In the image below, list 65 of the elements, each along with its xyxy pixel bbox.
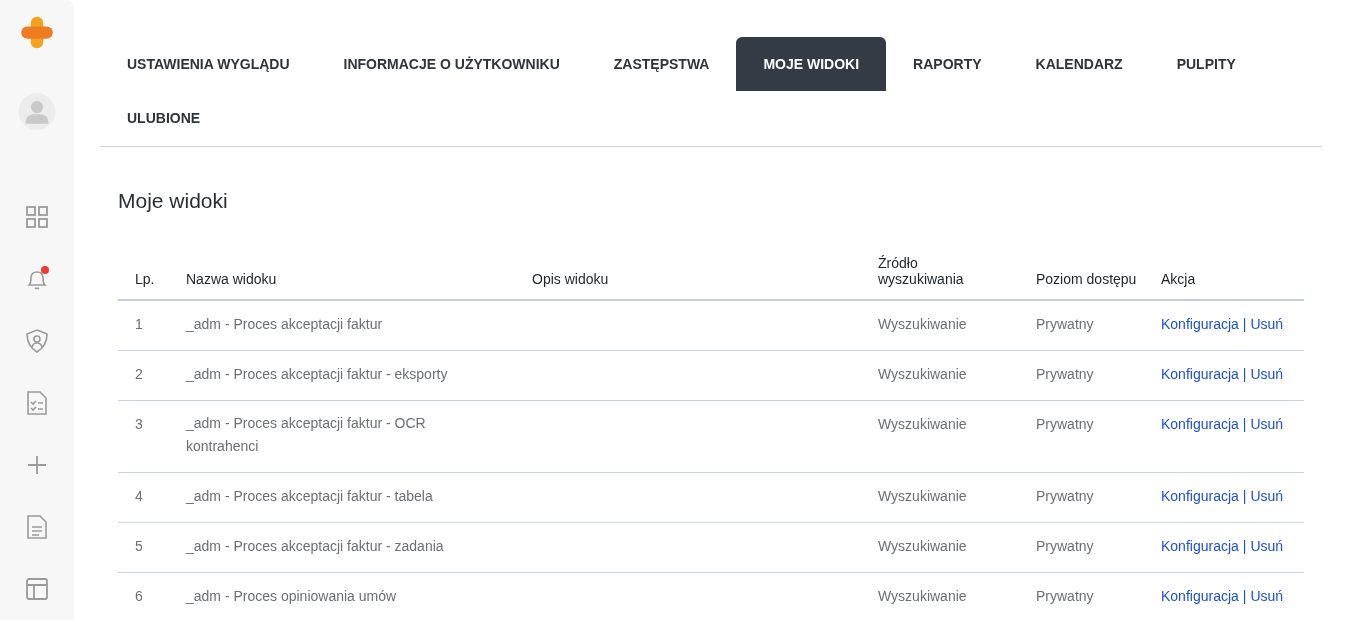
column-header: Akcja	[1161, 271, 1196, 287]
table-cell: Wyszukiwanie	[878, 538, 967, 554]
tab[interactable]: ULUBIONE	[100, 91, 228, 145]
column-header: Lp.	[135, 271, 155, 287]
tab[interactable]: RAPORTY	[886, 37, 1009, 91]
action-link[interactable]: Konfiguracja	[1161, 538, 1239, 554]
plus-icon[interactable]	[27, 455, 47, 475]
separator: |	[1242, 366, 1247, 382]
table-cell-text: _adm - Proces akceptacji faktur	[186, 315, 383, 334]
action-link[interactable]: Usuń	[1250, 488, 1284, 504]
separator: |	[1242, 538, 1247, 554]
tab[interactable]: MOJE WIDOKI	[736, 37, 887, 91]
table-cell-text: _adm - Proces akceptacji faktur - eksporty	[186, 365, 448, 384]
checklist-icon[interactable]	[27, 391, 47, 415]
action-link[interactable]: Usuń	[1250, 416, 1284, 432]
action-link[interactable]: Konfiguracja	[1161, 316, 1239, 332]
separator: |	[1242, 488, 1247, 504]
table-cell: 4	[135, 488, 143, 504]
avatar-icon	[16, 93, 58, 130]
table-cell: 3	[135, 416, 143, 432]
table-cell: Wyszukiwanie	[878, 416, 967, 432]
notification-dot	[41, 266, 49, 274]
separator: |	[1242, 316, 1247, 332]
table-cell: Prywatny	[1036, 416, 1094, 432]
table-cell: Prywatny	[1036, 588, 1094, 604]
tab[interactable]: PULPITY	[1149, 37, 1263, 91]
shield-user-icon[interactable]	[26, 329, 48, 353]
tab[interactable]: INFORMACJE O UŻYTKOWNIKU	[316, 37, 587, 91]
separator: |	[1242, 416, 1247, 432]
table-cell: Prywatny	[1036, 538, 1094, 554]
table-cell-text: _adm - Proces akceptacji faktur - OCR kontrahenci	[186, 414, 427, 456]
action-link[interactable]: Usuń	[1250, 588, 1284, 604]
table-cell: Wyszukiwanie	[878, 488, 967, 504]
page-heading: Moje widoki	[118, 189, 229, 213]
tab[interactable]: USTAWIENIA WYGLĄDU	[100, 37, 317, 91]
table-cell: Wyszukiwanie	[878, 588, 967, 604]
tab[interactable]: ZASTĘPSTWA	[586, 37, 737, 91]
document-icon[interactable]	[27, 515, 47, 539]
table-cell: Prywatny	[1036, 488, 1094, 504]
table-cell: Wyszukiwanie	[878, 316, 967, 332]
tab[interactable]: KALENDARZ	[1008, 37, 1150, 91]
table-cell-text: _adm - Proces opiniowania umów	[186, 587, 397, 606]
action-link[interactable]: Konfiguracja	[1161, 416, 1239, 432]
column-header: Źródło wyszukiwania	[878, 255, 965, 287]
table-cell: 5	[135, 538, 143, 554]
table-cell: Wyszukiwanie	[878, 366, 967, 382]
action-link[interactable]: Usuń	[1250, 366, 1284, 382]
column-header: Poziom dostępu	[1036, 271, 1138, 287]
table-cell-text: _adm - Proces akceptacji faktur - tabela	[186, 487, 433, 506]
table-cell: 6	[135, 588, 143, 604]
column-header: Opis widoku	[532, 271, 609, 287]
grid-icon[interactable]	[26, 206, 48, 228]
table-cell: 1	[135, 316, 143, 332]
layout-icon[interactable]	[26, 578, 48, 600]
column-header: Nazwa widoku	[186, 271, 277, 287]
action-link[interactable]: Usuń	[1250, 538, 1284, 554]
table-cell: Prywatny	[1036, 316, 1094, 332]
table-cell: 2	[135, 366, 143, 382]
action-link[interactable]: Usuń	[1250, 316, 1284, 332]
action-link[interactable]: Konfiguracja	[1161, 488, 1239, 504]
table-cell-text: _adm - Proces akceptacji faktur - zadania	[186, 537, 444, 556]
table-cell: Prywatny	[1036, 366, 1094, 382]
separator: |	[1242, 588, 1247, 604]
action-link[interactable]: Konfiguracja	[1161, 588, 1239, 604]
action-link[interactable]: Konfiguracja	[1161, 366, 1239, 382]
